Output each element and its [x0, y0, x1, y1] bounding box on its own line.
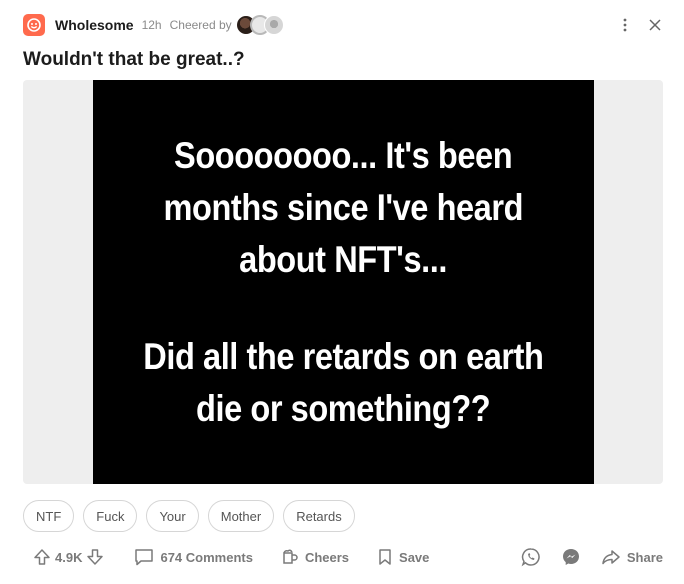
more-options-kebab-icon[interactable] [617, 17, 633, 33]
upvote-arrow-up-icon[interactable] [33, 548, 51, 566]
cheers-label: Cheers [304, 549, 350, 565]
avatar [263, 15, 284, 35]
downvote-arrow-down-icon[interactable] [86, 548, 104, 566]
share-icon [601, 548, 621, 566]
meme-text-line: Soooooooo... It's been [174, 135, 513, 176]
tag-fuck[interactable]: Fuck [83, 500, 138, 532]
share-button[interactable]: Share [601, 548, 663, 566]
post-tags: NTF Fuck Your Mother Retards [23, 500, 355, 532]
close-icon[interactable] [647, 17, 663, 33]
community-name[interactable]: Wholesome [55, 17, 134, 33]
meme-text-line: months since I've heard [163, 187, 524, 228]
meme-text-line: die or something?? [196, 388, 491, 429]
save-button[interactable]: Save [377, 548, 429, 566]
post-header: Wholesome 12h Cheered by [23, 13, 663, 37]
vote-count: 4.9K [55, 549, 83, 565]
cheered-by-label: Cheered by [169, 18, 232, 32]
messenger-icon[interactable] [561, 547, 581, 567]
tag-mother[interactable]: Mother [207, 500, 275, 532]
save-label: Save [399, 549, 430, 565]
post-actions: 4.9K 674 Comments Cheers Save Share [23, 542, 663, 572]
post-title[interactable]: Wouldn't that be great..? [23, 49, 245, 71]
cheers-icon [281, 548, 299, 566]
cheer-avatars[interactable] [235, 15, 284, 35]
tag-your[interactable]: Your [146, 500, 199, 532]
comments-button[interactable]: 674 Comments [134, 548, 253, 566]
vote-control: 4.9K [33, 548, 104, 566]
meme-text-line: about NFT's... [239, 239, 448, 280]
comments-label: 674 Comments [160, 549, 253, 565]
post-media[interactable]: Soooooooo... It's been months since I've… [23, 80, 663, 484]
bookmark-icon [377, 548, 393, 566]
whatsapp-icon[interactable] [521, 547, 541, 567]
post-time: 12h [141, 18, 162, 32]
community-smiley-icon[interactable] [23, 14, 45, 36]
tag-ntf[interactable]: NTF [23, 500, 75, 532]
share-label: Share [626, 549, 663, 565]
meme-text-line: Did all the retards on earth [143, 336, 544, 377]
tag-retards[interactable]: Retards [283, 500, 355, 532]
cheers-button[interactable]: Cheers [281, 548, 349, 566]
comment-icon [134, 548, 154, 566]
meme-image: Soooooooo... It's been months since I've… [93, 80, 594, 484]
